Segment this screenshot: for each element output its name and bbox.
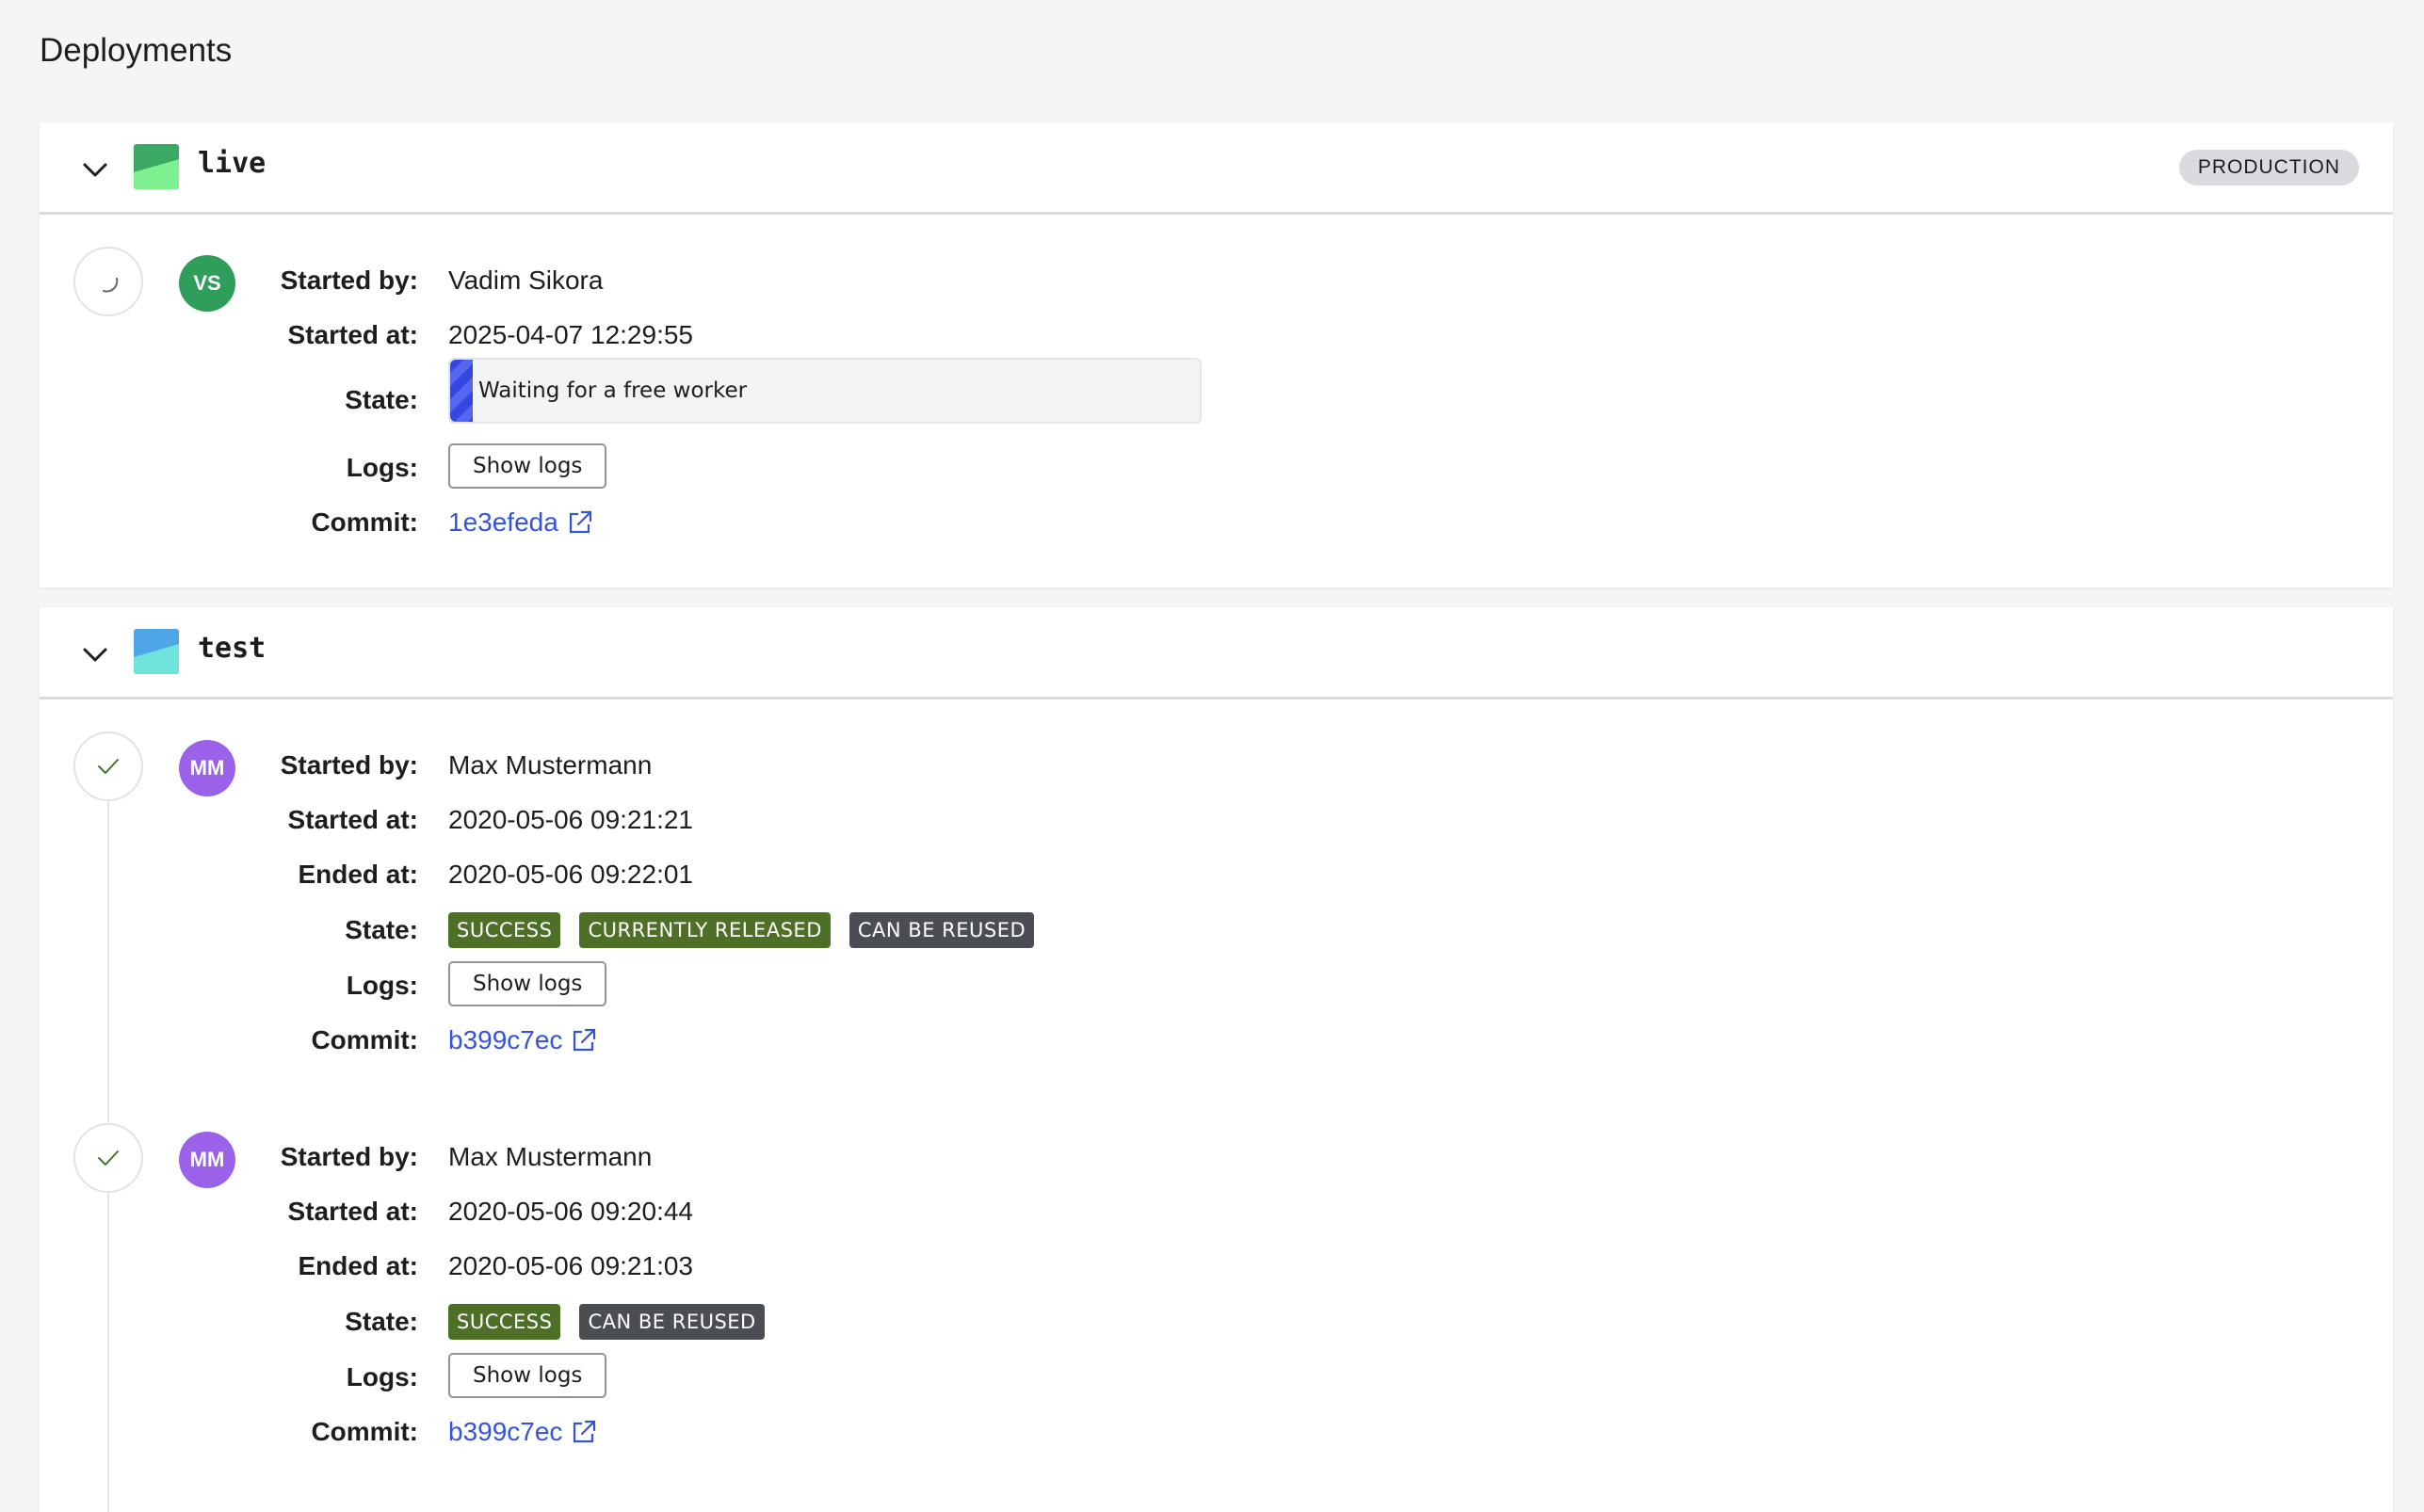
started-by-value: Max Mustermann — [448, 750, 653, 780]
commit-label: Commit: — [311, 1417, 418, 1446]
production-badge: PRODUCTION — [2178, 150, 2359, 185]
external-link-icon — [574, 1028, 596, 1052]
started-at-value: 2020-05-06 09:21:21 — [448, 805, 693, 834]
ended-at-label: Ended at: — [298, 1251, 418, 1280]
state-badges: SUCCESS CURRENTLY RELEASED CAN BE REUSED — [448, 912, 1035, 948]
can-be-reused-badge: CAN BE REUSED — [579, 1304, 765, 1340]
commit-hash: 1e3efeda — [448, 507, 558, 537]
environment-card-live: live PRODUCTION VS Started by: Vadim Sik… — [40, 122, 2393, 587]
show-logs-button[interactable]: Show logs — [448, 443, 607, 489]
currently-released-badge: CURRENTLY RELEASED — [579, 912, 831, 948]
show-logs-button[interactable]: Show logs — [448, 961, 607, 1006]
state-row: State: SUCCESS CAN BE REUSED — [40, 1298, 2393, 1345]
show-logs-button[interactable]: Show logs — [448, 1353, 607, 1398]
started-at-label: Started at: — [287, 1197, 418, 1226]
commit-row: Commit: 1e3efeda — [40, 499, 2393, 546]
progress-fill — [450, 360, 473, 422]
commit-label: Commit: — [311, 507, 418, 537]
started-by-label: Started by: — [280, 265, 418, 295]
ended-at-value: 2020-05-06 09:22:01 — [448, 860, 693, 889]
logs-row: Logs: Show logs — [40, 443, 2393, 491]
deployments-page: Deployments live PRODUCTION VS Started b… — [0, 0, 2424, 1512]
started-at-row: Started at: 2020-05-06 09:20:44 — [40, 1188, 2393, 1235]
commit-row: Commit: b399c7ec — [40, 1017, 2393, 1064]
state-label: State: — [345, 915, 418, 944]
state-progress-bar: Waiting for a free worker — [448, 358, 1202, 424]
chevron-down-icon[interactable] — [80, 154, 110, 185]
logs-label: Logs: — [346, 971, 418, 1000]
commit-row: Commit: b399c7ec — [40, 1408, 2393, 1456]
started-by-row: Started by: Max Mustermann — [40, 742, 2393, 789]
external-link-icon — [574, 1420, 596, 1443]
logs-label: Logs: — [346, 453, 418, 482]
commit-link[interactable]: b399c7ec — [448, 1408, 598, 1456]
success-badge: SUCCESS — [448, 912, 561, 948]
started-at-row: Started at: 2020-05-06 09:21:21 — [40, 796, 2393, 844]
started-by-label: Started by: — [280, 1142, 418, 1171]
commit-hash: b399c7ec — [448, 1025, 563, 1054]
page-title: Deployments — [40, 32, 233, 69]
state-label: State: — [345, 385, 418, 414]
commit-label: Commit: — [311, 1025, 418, 1054]
state-text: Waiting for a free worker — [478, 378, 748, 403]
logs-label: Logs: — [346, 1362, 418, 1391]
environment-name: test — [198, 632, 267, 665]
started-at-label: Started at: — [287, 805, 418, 834]
environment-card-test: test MM Started by: Max Mustermann Start… — [40, 607, 2393, 1512]
state-label: State: — [345, 1307, 418, 1336]
commit-hash: b399c7ec — [448, 1417, 563, 1446]
state-badges: SUCCESS CAN BE REUSED — [448, 1304, 765, 1340]
state-row: State: Waiting for a free worker — [40, 358, 2393, 424]
started-at-label: Started at: — [287, 320, 418, 349]
external-link-icon — [569, 510, 591, 534]
ended-at-row: Ended at: 2020-05-06 09:21:03 — [40, 1243, 2393, 1290]
environment-header[interactable]: live PRODUCTION — [40, 122, 2393, 215]
started-by-row: Started by: Max Mustermann — [40, 1134, 2393, 1181]
logs-row: Logs: Show logs — [40, 1353, 2393, 1401]
ended-at-label: Ended at: — [298, 860, 418, 889]
started-at-row: Started at: 2025-04-07 12:29:55 — [40, 312, 2393, 359]
ended-at-row: Ended at: 2020-05-06 09:22:01 — [40, 851, 2393, 898]
environment-icon — [134, 144, 179, 189]
started-at-value: 2020-05-06 09:20:44 — [448, 1197, 693, 1226]
started-at-value: 2025-04-07 12:29:55 — [448, 320, 693, 349]
environment-name: live — [198, 147, 267, 180]
started-by-value: Vadim Sikora — [448, 265, 604, 295]
success-badge: SUCCESS — [448, 1304, 561, 1340]
ended-at-value: 2020-05-06 09:21:03 — [448, 1251, 693, 1280]
can-be-reused-badge: CAN BE REUSED — [848, 912, 1035, 948]
environment-icon — [134, 629, 179, 674]
logs-row: Logs: Show logs — [40, 961, 2393, 1009]
state-row: State: SUCCESS CURRENTLY RELEASED CAN BE… — [40, 907, 2393, 954]
started-by-value: Max Mustermann — [448, 1142, 653, 1171]
started-by-row: Started by: Vadim Sikora — [40, 257, 2393, 304]
commit-link[interactable]: b399c7ec — [448, 1017, 598, 1064]
started-by-label: Started by: — [280, 750, 418, 780]
environment-header[interactable]: test — [40, 607, 2393, 700]
chevron-down-icon[interactable] — [80, 639, 110, 669]
commit-link[interactable]: 1e3efeda — [448, 499, 594, 546]
